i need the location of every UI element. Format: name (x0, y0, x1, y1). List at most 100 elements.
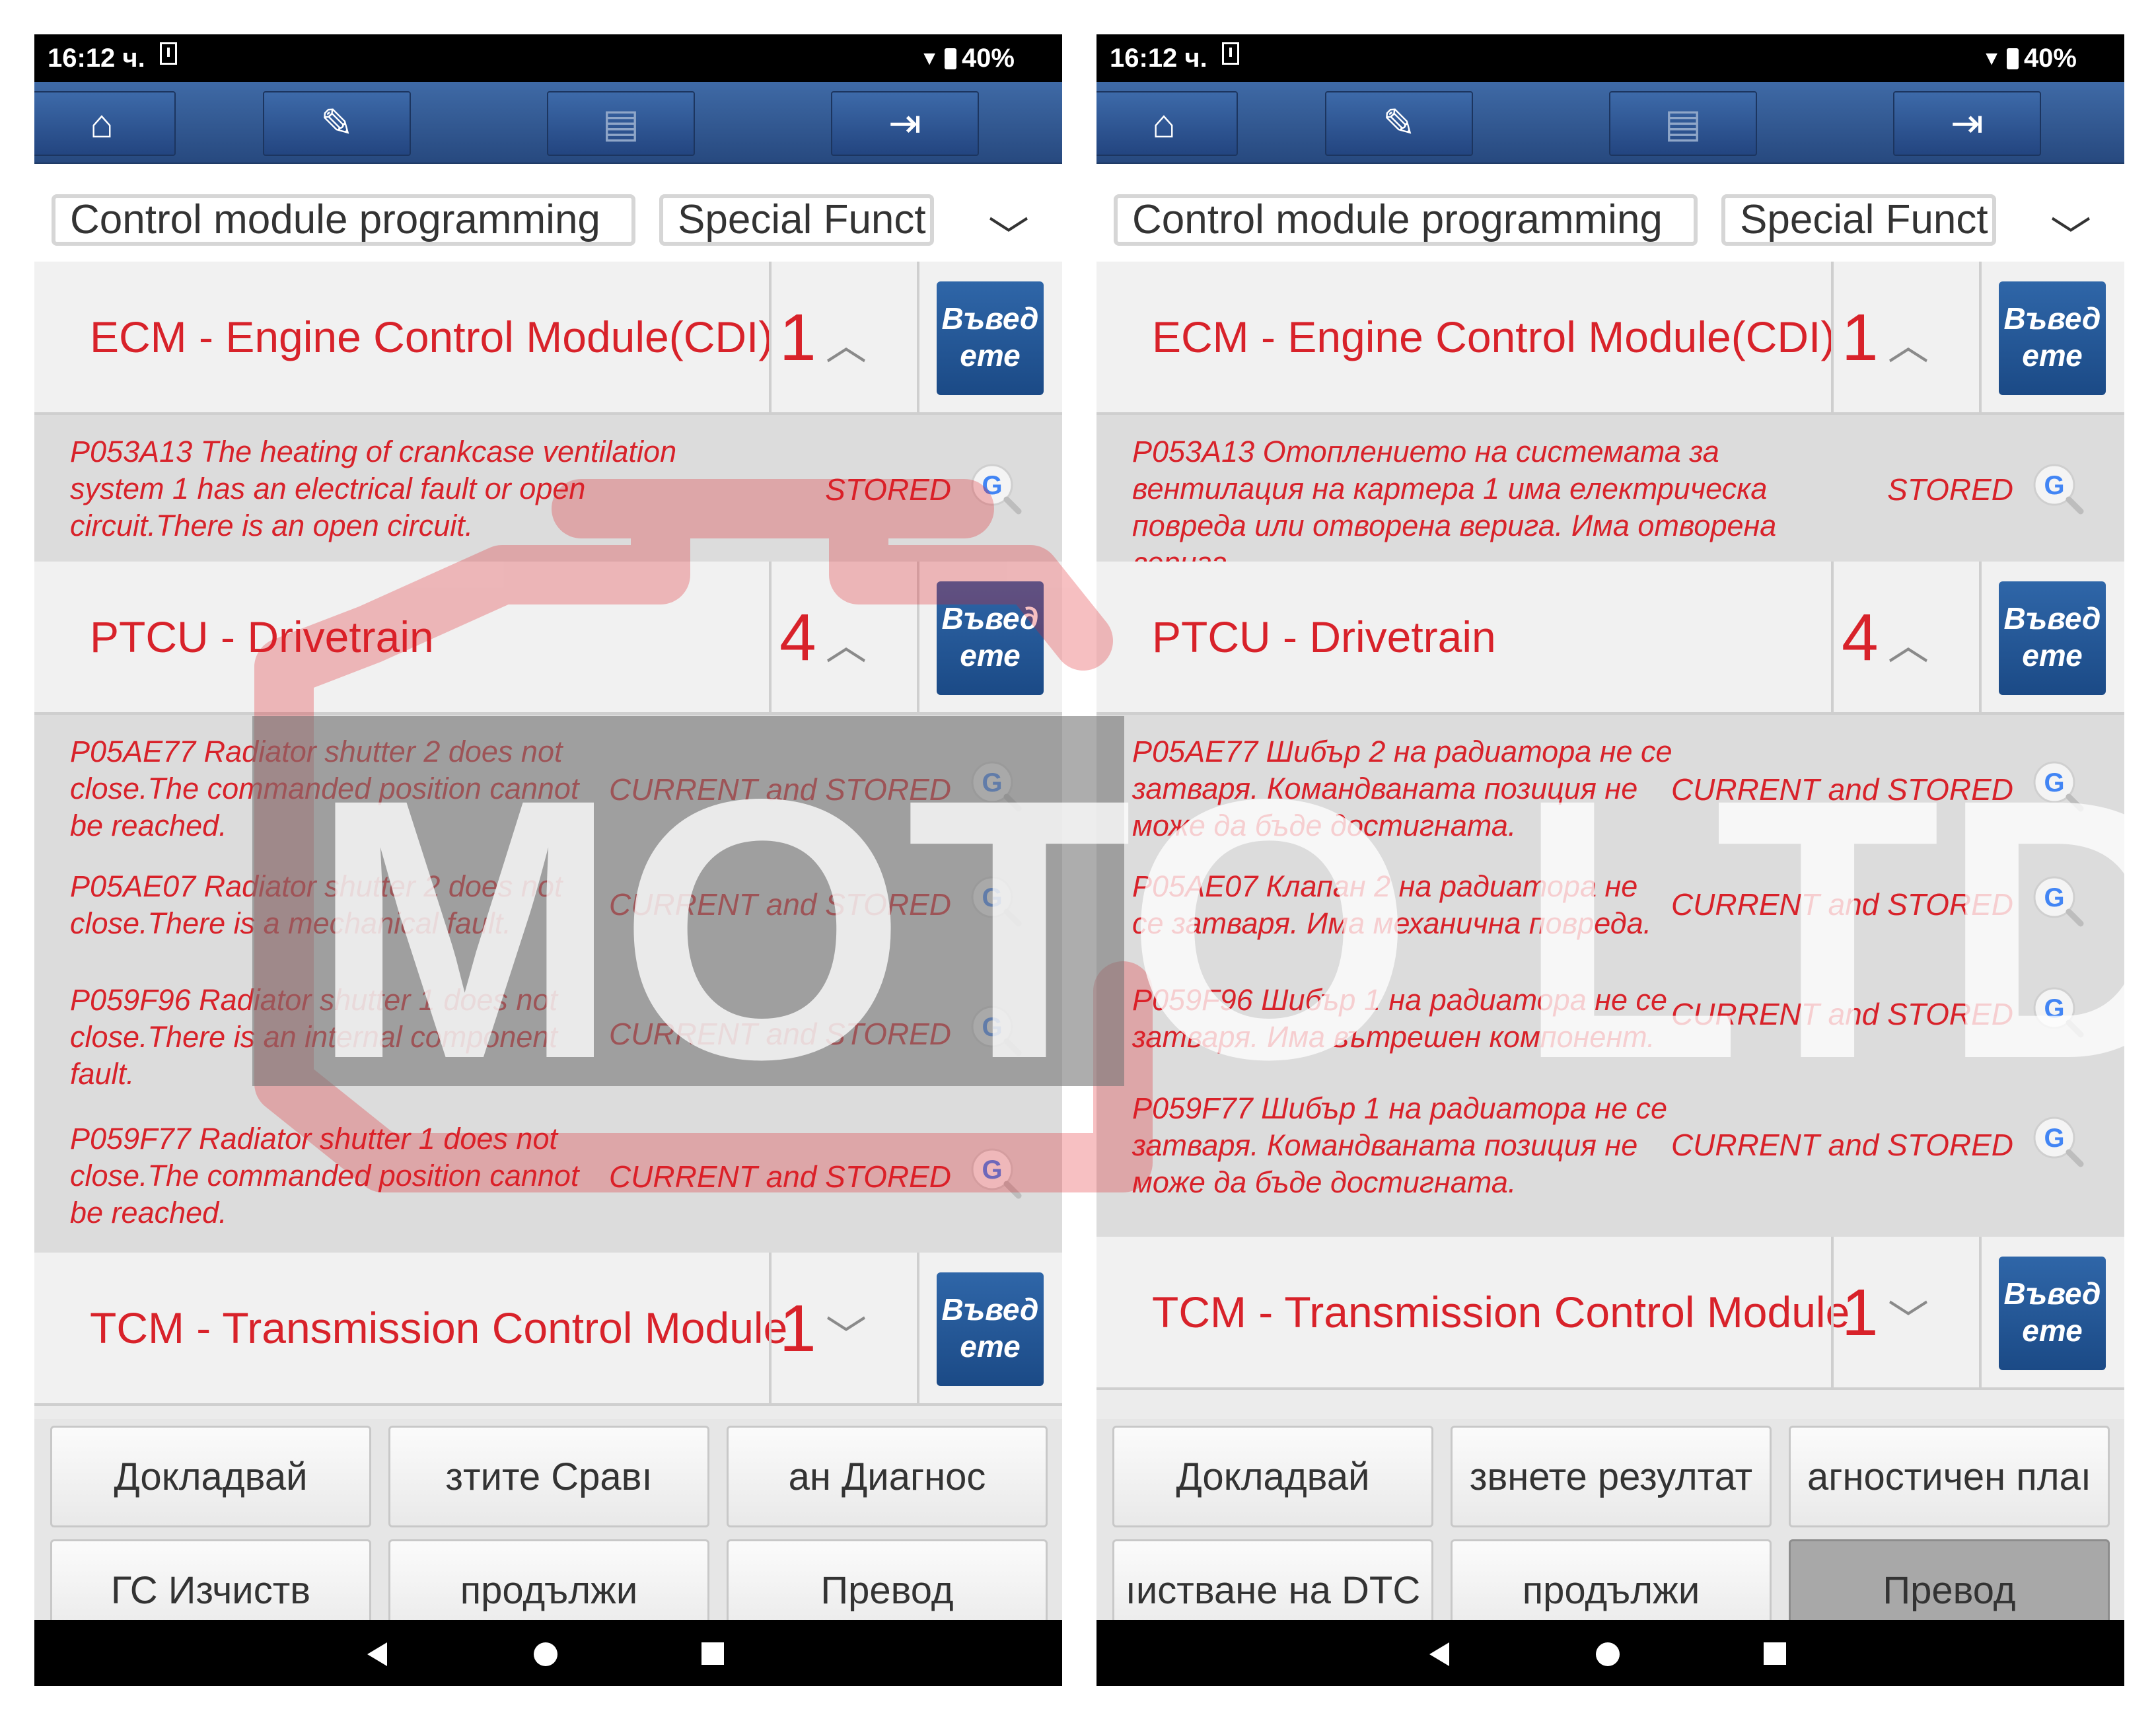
module-header[interactable]: TCM - Transmission Control Module 1 ﹀ Въ… (34, 1253, 1062, 1406)
dtc-description: P05AE07 Radiator shutter 2 does not clos… (70, 869, 563, 940)
dtc-status: CURRENT and STORED (608, 772, 951, 807)
dtc-count: 4 (1842, 601, 1879, 675)
dtc-row: P059F77 Radiator shutter 1 does not clos… (34, 1113, 1062, 1253)
dtc-count: 1 (779, 301, 816, 375)
dtc-count: 4 (779, 601, 816, 675)
chevron-down-icon[interactable]: ﹀ (988, 203, 1029, 263)
dtc-list: P053A13 Отоплението на системата за вент… (1096, 415, 2124, 579)
enter-button[interactable]: Въвед ете (937, 281, 1044, 395)
exit-icon: ⇥ (1950, 101, 1984, 145)
report-button[interactable]: Докладвай (50, 1426, 371, 1527)
edit-icon: ✎ (320, 101, 354, 145)
exit-button[interactable]: ⇥ (1893, 91, 2041, 156)
google-search-icon[interactable]: G (2030, 461, 2085, 515)
compare-results-button[interactable]: зтите Сравı (388, 1426, 709, 1527)
svg-text:G: G (982, 768, 1002, 797)
google-search-icon[interactable]: G (968, 1003, 1023, 1057)
breadcrumb-item[interactable]: Control module programming (1114, 194, 1698, 246)
back-icon[interactable] (367, 1642, 387, 1666)
back-icon[interactable] (1429, 1642, 1449, 1666)
module-header[interactable]: TCM - Transmission Control Module 1 ﹀ Въ… (1096, 1237, 2124, 1390)
status-time: 16:12 ч. (48, 44, 145, 73)
dtc-row: P05AE07 Клапан 2 на радиатора не се затв… (1096, 861, 2124, 974)
module-name: ECM - Engine Control Module(CDI) (90, 312, 773, 361)
dtc-status: CURRENT and STORED (608, 1159, 951, 1194)
home-icon: ⌂ (89, 101, 114, 146)
dtc-status: STORED (1887, 472, 2013, 507)
edit-icon: ✎ (1382, 101, 1416, 145)
battery-level: 40% (2023, 44, 2077, 73)
module-header[interactable]: PTCU - Drivetrain 4 ︿ Въвед ете (34, 562, 1062, 715)
google-search-icon[interactable]: G (2030, 1114, 2085, 1168)
diagnostic-plan-button[interactable]: агностичен плаı (1789, 1426, 2110, 1527)
google-search-icon[interactable]: G (2030, 984, 2085, 1039)
google-search-icon[interactable]: G (968, 461, 1023, 515)
chevron-up-icon[interactable]: ︿ (826, 312, 867, 371)
print-button[interactable]: ▤ (547, 91, 695, 156)
home-button[interactable]: ⌂ (34, 91, 176, 156)
print-button[interactable]: ▤ (1609, 91, 1757, 156)
dtc-row: P059F96 Шибър 1 на радиатора не се затва… (1096, 974, 2124, 1085)
dtc-list: P053A13 The heating of crankcase ventila… (34, 415, 1062, 562)
report-button[interactable]: Докладвай (1112, 1426, 1433, 1527)
nav-bar (34, 1620, 1062, 1686)
toolbar: ⌂ ✎ ▤ ⇥ (34, 82, 1062, 164)
svg-text:G: G (982, 1013, 1002, 1042)
google-search-icon[interactable]: G (968, 873, 1023, 928)
google-search-icon[interactable]: G (2030, 873, 2085, 928)
action-buttons: Докладвай звнете резултат агностичен пла… (1096, 1419, 2124, 1648)
edit-button[interactable]: ✎ (1325, 91, 1473, 156)
dtc-status: CURRENT and STORED (1671, 1128, 2013, 1162)
chevron-up-icon[interactable]: ︿ (1888, 312, 1929, 371)
nav-bar (1096, 1620, 2124, 1686)
edit-button[interactable]: ✎ (263, 91, 411, 156)
svg-text:G: G (2044, 1124, 2064, 1153)
dtc-description: P059F96 Шибър 1 на радиатора не се затва… (1132, 983, 1668, 1054)
enter-button[interactable]: Въвед ете (1999, 581, 2106, 695)
action-buttons: Докладвай зтите Сравı ан Диагнос ГС Изчи… (34, 1419, 1062, 1648)
chevron-down-icon[interactable]: ﹀ (1888, 1287, 1929, 1346)
compare-results-button[interactable]: звнете резултат (1451, 1426, 1772, 1527)
battery-level: 40% (961, 44, 1015, 73)
chevron-down-icon[interactable]: ﹀ (826, 1303, 867, 1362)
breadcrumb-item[interactable]: Special Funct (659, 194, 934, 246)
module-header[interactable]: ECM - Engine Control Module(CDI) 1 ︿ Във… (34, 262, 1062, 415)
module-header[interactable]: PTCU - Drivetrain 4 ︿ Въвед ете (1096, 562, 2124, 715)
chevron-up-icon[interactable]: ︿ (1888, 612, 1929, 671)
home-nav-icon[interactable] (1596, 1642, 1620, 1666)
status-bar: 16:12 ч. ▼ 40% (1096, 34, 2124, 82)
dtc-count: 1 (779, 1292, 816, 1366)
google-search-icon[interactable]: G (968, 758, 1023, 813)
dtc-description: P053A13 Отоплението на системата за вент… (1132, 435, 1777, 579)
module-header[interactable]: ECM - Engine Control Module(CDI) 1 ︿ Във… (1096, 262, 2124, 415)
dtc-status: CURRENT and STORED (1671, 997, 2013, 1031)
enter-button[interactable]: Въвед ете (1999, 1257, 2106, 1370)
google-search-icon[interactable]: G (968, 1146, 1023, 1200)
module-name: TCM - Transmission Control Module (90, 1303, 788, 1352)
dtc-count: 1 (1842, 1276, 1879, 1350)
dtc-description: P05AE07 Клапан 2 на радиатора не се затв… (1132, 869, 1652, 940)
dtc-row: P053A13 The heating of crankcase ventila… (34, 415, 1062, 562)
chevron-up-icon[interactable]: ︿ (826, 612, 867, 671)
enter-button[interactable]: Въвед ете (937, 581, 1044, 695)
print-icon: ▤ (602, 101, 640, 145)
chevron-down-icon[interactable]: ﹀ (2050, 203, 2091, 263)
download-icon (1222, 42, 1239, 65)
dtc-row: P05AE07 Radiator shutter 2 does not clos… (34, 861, 1062, 974)
dtc-status: STORED (825, 472, 951, 507)
dtc-row: P059F77 Шибър 1 на радиатора не се затва… (1096, 1085, 2124, 1237)
exit-button[interactable]: ⇥ (831, 91, 979, 156)
recent-apps-icon[interactable] (701, 1642, 724, 1665)
diagnostic-plan-button[interactable]: ан Диагнос (727, 1426, 1048, 1527)
dtc-status: CURRENT and STORED (1671, 772, 2013, 807)
home-nav-icon[interactable] (534, 1642, 557, 1666)
dtc-row: P053A13 Отоплението на системата за вент… (1096, 415, 2124, 579)
breadcrumb-item[interactable]: Control module programming (52, 194, 635, 246)
enter-button[interactable]: Въвед ете (937, 1272, 1044, 1386)
recent-apps-icon[interactable] (1764, 1642, 1786, 1665)
breadcrumb-item[interactable]: Special Funct (1721, 194, 1996, 246)
google-search-icon[interactable]: G (2030, 758, 2085, 813)
enter-button[interactable]: Въвед ете (1999, 281, 2106, 395)
dtc-description: P059F77 Шибър 1 на радиатора не се затва… (1132, 1091, 1668, 1199)
home-button[interactable]: ⌂ (1096, 91, 1238, 156)
